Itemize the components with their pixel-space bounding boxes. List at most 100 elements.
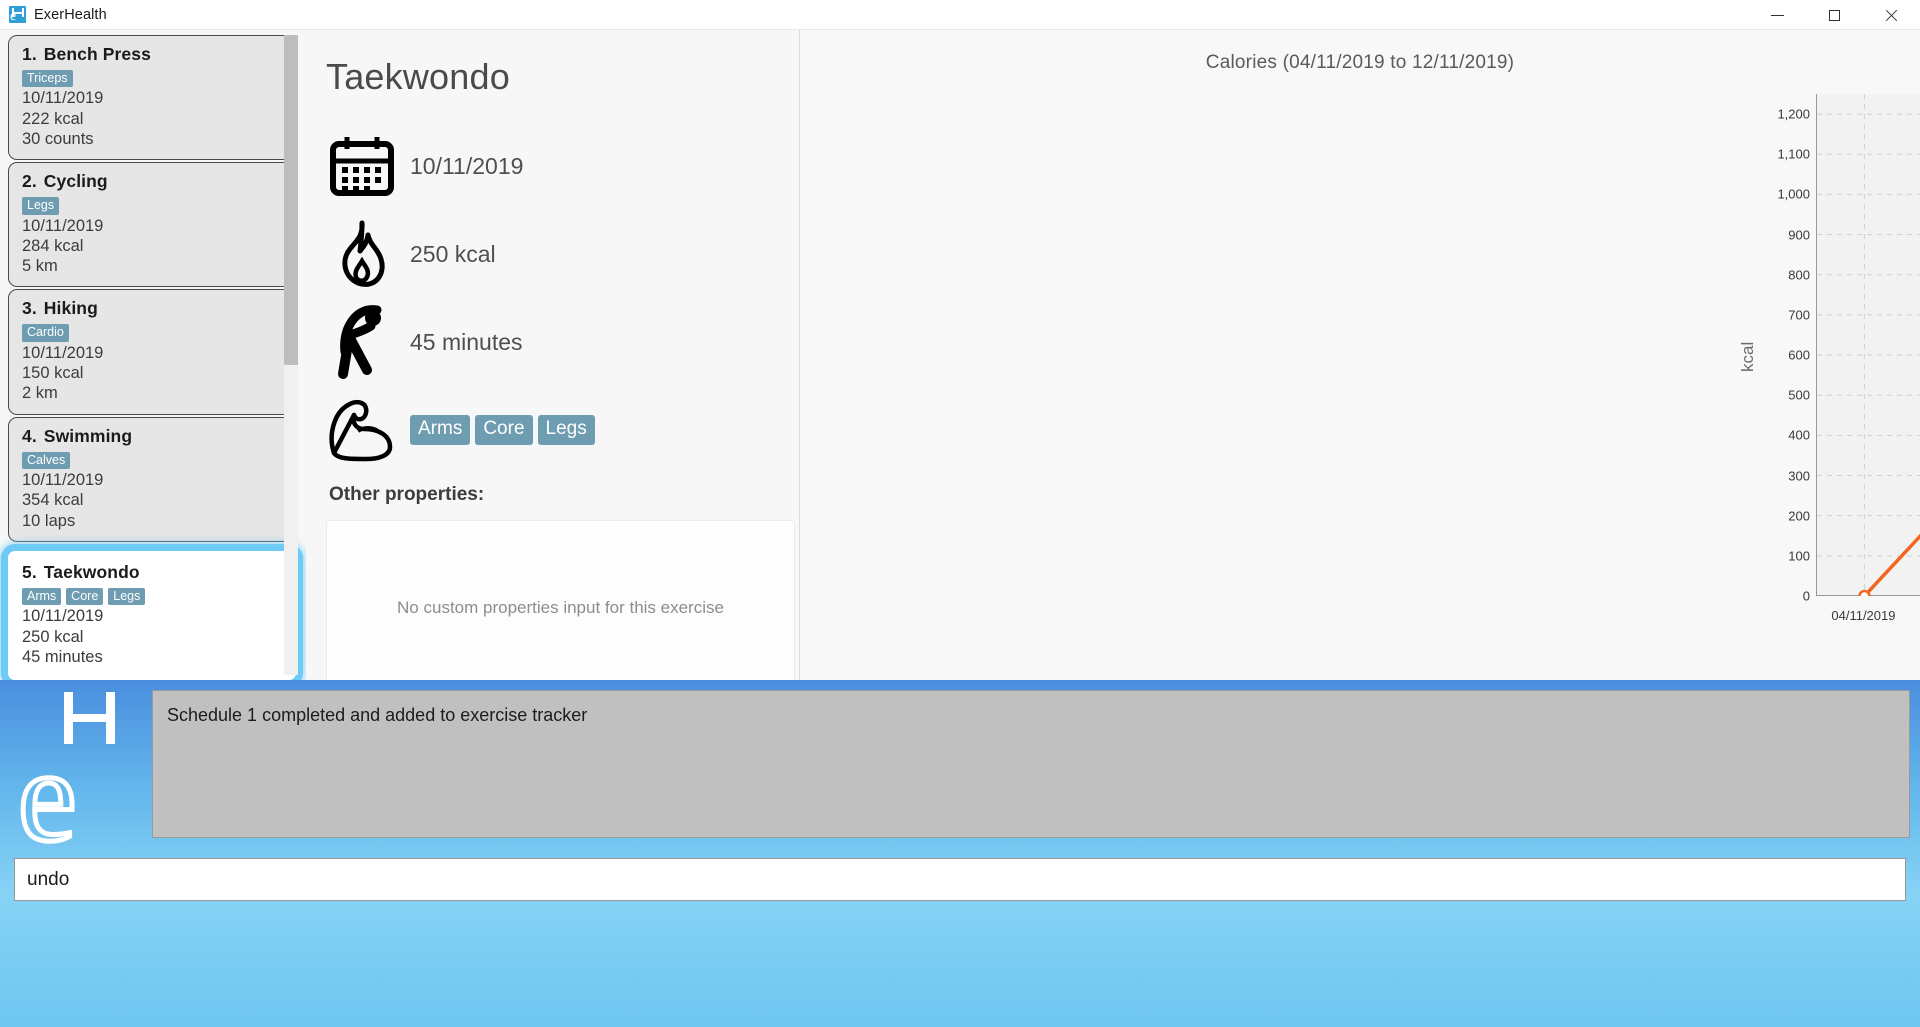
exercise-list-scrollbar[interactable] [284,35,298,675]
exercise-item-metric: 5 km [22,257,58,276]
chart-y-tick-label: 600 [1788,347,1810,363]
exercise-list: 1. Bench Press Triceps 10/11/2019 222 kcal 30… [8,35,296,680]
exercise-item-date: 10/11/2019 [22,89,104,108]
muscle-tag: Legs [108,587,146,606]
exercise-item-title: 4. Swimming [22,426,282,447]
exerhealth-logo-icon [9,6,26,25]
detail-duration: 45 minutes [410,328,523,355]
detail-row-date: 10/11/2019 [326,122,800,210]
exercise-item-title: 5. Taekwondo [22,562,282,583]
detail-row-duration: 45 minutes [326,298,800,386]
chart-y-tick-label: 700 [1788,307,1810,323]
exercise-item-calories: 354 kcal [22,491,84,510]
muscle-tag: Core [66,587,104,606]
exercise-item-number: 4. [22,425,37,446]
detail-title: Taekwondo [326,56,510,97]
chart-y-tick-label: 200 [1788,508,1810,524]
detail-calories: 250 kcal [410,240,496,267]
exercise-item-calories: 284 kcal [22,236,84,255]
console-log-line: Schedule 1 completed and added to exerci… [167,705,588,725]
flexed-biceps-icon [326,397,398,463]
detail-row-muscles: Arms Core Legs [326,386,800,474]
exercise-item-title: 3. Hiking [22,298,282,319]
scrollbar-thumb[interactable] [284,35,298,365]
exercise-list-panel: 1. Bench Press Triceps 10/11/2019 222 kcal 30… [0,30,306,680]
window-controls [1749,0,1920,30]
title-bar: ExerHealth [0,0,1920,30]
chart-y-tick-label: 1,000 [1777,186,1810,202]
exercise-item-calories: 150 kcal [22,364,84,383]
chart-series-svg [1817,94,1920,596]
window-title: ExerHealth [34,6,107,23]
chart-y-tick-label: 500 [1788,387,1810,403]
exercise-item-metric: 2 km [22,384,58,403]
exercise-item-name: Cycling [43,171,108,192]
exercise-item-number: 3. [22,298,37,319]
exercise-item-calories: 222 kcal [22,109,84,128]
console-panel: e Schedule 1 completed and added to exer… [0,680,1920,1027]
chart-series-line [1863,533,1920,596]
chart-y-tick-label: 800 [1788,267,1810,283]
minimize-icon [1771,14,1784,16]
flame-icon [326,219,398,289]
chart-x-axis-label: Date [1816,630,1920,652]
muscle-tag: Legs [22,197,60,215]
detail-muscle-tags: Arms Core Legs [410,415,595,445]
exercise-list-item[interactable]: 1. Bench Press Triceps 10/11/2019 222 kcal 30… [8,35,296,161]
maximize-icon [1829,9,1840,21]
chart-y-tick-label: 100 [1788,548,1810,564]
minimize-button[interactable] [1749,0,1806,30]
exercise-list-item[interactable]: 3. Hiking Cardio 10/11/2019 150 kcal 2 km [8,289,296,415]
chart-plot-area [1816,94,1920,596]
chart-y-tick-label: 1,200 [1777,106,1810,122]
other-properties-box: No custom properties input for this exer… [326,520,795,695]
command-input[interactable]: undo [14,858,1906,901]
exercise-item-title: 2. Cycling [22,171,282,192]
close-icon [1885,9,1898,22]
exercise-item-number: 5. [22,561,37,582]
exercise-item-title: 1. Bench Press [22,44,282,65]
chart-y-tick-label: 300 [1788,468,1810,484]
chart-y-tick-label: 400 [1788,427,1810,443]
exercise-item-number: 1. [22,44,37,64]
main-content: 1. Bench Press Triceps 10/11/2019 222 kcal 30… [0,30,1920,695]
exercise-item-tags: Triceps [22,70,282,88]
exercise-item-tags: Legs [22,197,282,215]
exercise-item-calories: 250 kcal [22,627,84,646]
exercise-list-item[interactable]: 2. Cycling Legs 10/11/2019 284 kcal 5 km [8,162,296,288]
other-properties-label: Other properties: [329,484,485,505]
exercise-item-name: Bench Press [43,44,151,64]
exercise-item-date: 10/11/2019 [22,216,104,235]
exercise-item-name: Taekwondo [43,561,140,582]
muscle-tag: Triceps [22,70,73,88]
chart-x-tick-label: 04/11/2019 [1831,608,1896,623]
chart-data-point [1858,589,1871,596]
muscle-tag: Cardio [22,324,69,342]
muscle-tag: Calves [22,451,71,470]
exercise-item-date: 10/11/2019 [22,607,104,626]
detail-muscle-tag: Legs [537,415,595,445]
exercise-list-item[interactable]: 4. Swimming Calves 10/11/2019 354 kcal 10 lap… [8,416,296,542]
exercise-item-tags: Calves [22,451,282,470]
exercise-item-tags: Cardio [22,324,282,342]
close-button[interactable] [1863,0,1920,30]
calendar-icon [326,135,398,197]
chart-y-tick-label: 900 [1788,227,1810,243]
console-log[interactable]: Schedule 1 completed and added to exerci… [152,690,1910,838]
detail-row-calories: 250 kcal [326,210,800,298]
exercise-detail-panel: Taekwondo 10/11/2019 250 kcal 45 minutes… [306,30,800,695]
command-input-value: undo [27,868,70,890]
exercise-item-metric: 10 laps [22,511,76,530]
exercise-item-tags: Arms Core Legs [22,587,282,606]
exercise-item-number: 2. [22,171,37,192]
detail-date: 10/11/2019 [410,152,524,179]
other-properties-empty-message: No custom properties input for this exer… [397,597,724,617]
exercise-item-metric: 30 counts [22,129,94,148]
detail-muscle-tag: Arms [410,415,471,445]
exercise-item-name: Hiking [43,298,98,319]
exercise-list-item[interactable]: 5. Taekwondo Arms Core Legs 10/11/2019 250 kca… [8,550,296,680]
maximize-button[interactable] [1806,0,1863,30]
chart-y-tick-label: 0 [1802,588,1810,604]
exercise-item-date: 10/11/2019 [22,343,104,362]
chart-x-axis-ticks: 04/11/201905/11/201906/11/201907/11/2019… [1816,608,1920,630]
